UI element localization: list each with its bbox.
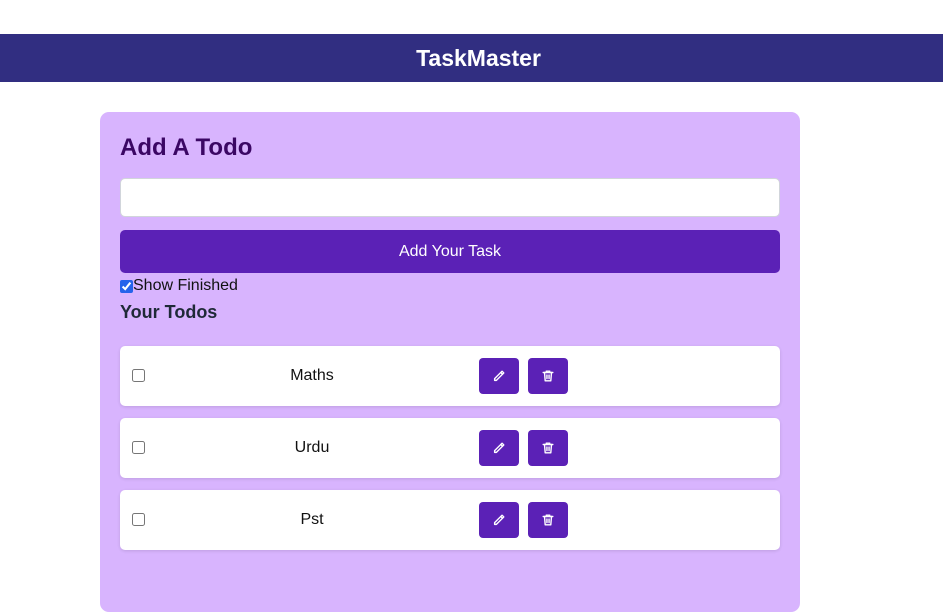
delete-todo-button[interactable] xyxy=(528,430,568,466)
delete-todo-button[interactable] xyxy=(528,502,568,538)
todo-item-text: Pst xyxy=(300,511,324,528)
delete-todo-button[interactable] xyxy=(528,358,568,394)
trash-icon xyxy=(542,442,554,454)
show-finished-checkbox[interactable] xyxy=(120,279,133,293)
trash-icon xyxy=(542,514,554,526)
todo-complete-checkbox[interactable] xyxy=(132,441,145,454)
pencil-icon xyxy=(493,514,505,526)
app-title: TaskMaster xyxy=(416,44,541,71)
todo-text-input[interactable] xyxy=(120,178,780,217)
todo-item: Maths xyxy=(120,346,780,406)
todo-complete-checkbox[interactable] xyxy=(132,369,145,382)
todo-item: Pst xyxy=(120,490,780,550)
add-todo-heading: Add A Todo xyxy=(120,134,253,161)
add-task-button[interactable]: Add Your Task xyxy=(120,230,780,273)
your-todos-heading: Your Todos xyxy=(120,302,218,322)
todo-item-text: Maths xyxy=(290,367,334,384)
trash-icon xyxy=(542,370,554,382)
edit-todo-button[interactable] xyxy=(479,430,519,466)
show-finished-toggle[interactable]: Show Finished xyxy=(120,277,238,295)
top-navbar: TaskMaster xyxy=(0,34,943,82)
pencil-icon xyxy=(493,370,505,382)
todo-item: Urdu xyxy=(120,418,780,478)
todo-panel: Add A Todo Add Your Task Show Finished Y… xyxy=(100,112,800,612)
todo-list: Maths Urdu Pst xyxy=(120,346,780,562)
show-finished-label: Show Finished xyxy=(133,277,238,294)
pencil-icon xyxy=(493,442,505,454)
edit-todo-button[interactable] xyxy=(479,358,519,394)
edit-todo-button[interactable] xyxy=(479,502,519,538)
todo-complete-checkbox[interactable] xyxy=(132,513,145,526)
todo-item-text: Urdu xyxy=(294,439,330,456)
